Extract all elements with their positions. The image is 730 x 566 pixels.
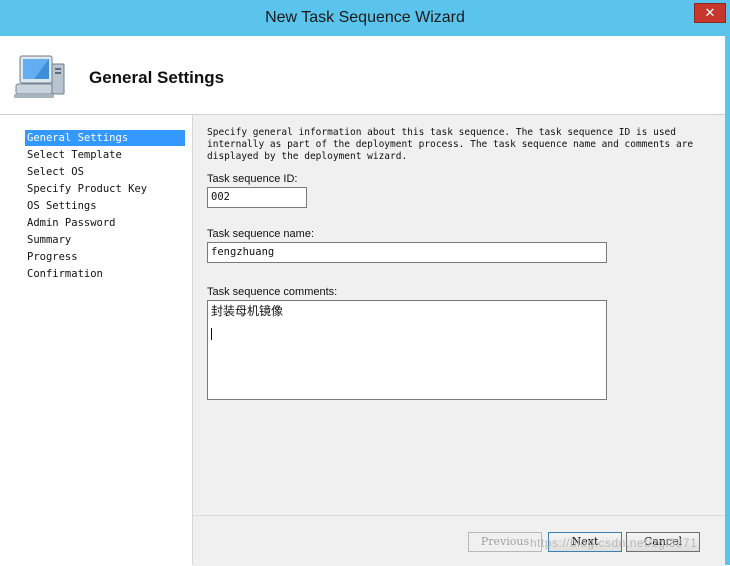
nav-step-confirmation[interactable]: Confirmation [25, 266, 185, 282]
settings-panel: Specify general information about this t… [193, 115, 725, 515]
task-sequence-id-input[interactable]: 002 [207, 187, 307, 208]
nav-step-os-settings[interactable]: OS Settings [25, 198, 185, 214]
comments-text: 封装母机镜像 [211, 304, 284, 318]
wizard-steps-nav: General Settings Select Template Select … [0, 115, 193, 565]
page-title: General Settings [89, 68, 225, 87]
computer-icon [14, 55, 65, 98]
task-sequence-name-input[interactable]: fengzhuang [207, 242, 607, 263]
nav-step-summary[interactable]: Summary [25, 232, 185, 248]
task-sequence-id-label: Task sequence ID: [207, 173, 298, 185]
nav-step-admin-password[interactable]: Admin Password [25, 215, 185, 231]
nav-step-progress[interactable]: Progress [25, 249, 185, 265]
window-title: New Task Sequence Wizard [265, 9, 465, 26]
wizard-window: New Task Sequence Wizard ✕ General Setti… [0, 0, 730, 566]
nav-step-select-os[interactable]: Select OS [25, 164, 185, 180]
task-sequence-comments-textarea[interactable]: 封装母机镜像 [207, 300, 607, 400]
title-bar[interactable]: New Task Sequence Wizard ✕ [0, 0, 730, 36]
nav-step-select-template[interactable]: Select Template [25, 147, 185, 163]
text-caret [211, 328, 212, 340]
task-sequence-name-label: Task sequence name: [207, 228, 315, 240]
watermark-text: https://blog.csdn.net/zgl3371 [530, 536, 698, 550]
nav-step-specify-product-key[interactable]: Specify Product Key [25, 181, 185, 197]
close-icon: ✕ [704, 5, 716, 20]
wizard-client-area: General Settings General Settings Select… [0, 36, 725, 566]
task-sequence-comments-label: Task sequence comments: [207, 286, 338, 298]
nav-step-general-settings[interactable]: General Settings [25, 130, 185, 146]
wizard-header: General Settings [0, 36, 725, 115]
close-button[interactable]: ✕ [694, 3, 726, 23]
page-description: Specify general information about this t… [207, 127, 694, 162]
